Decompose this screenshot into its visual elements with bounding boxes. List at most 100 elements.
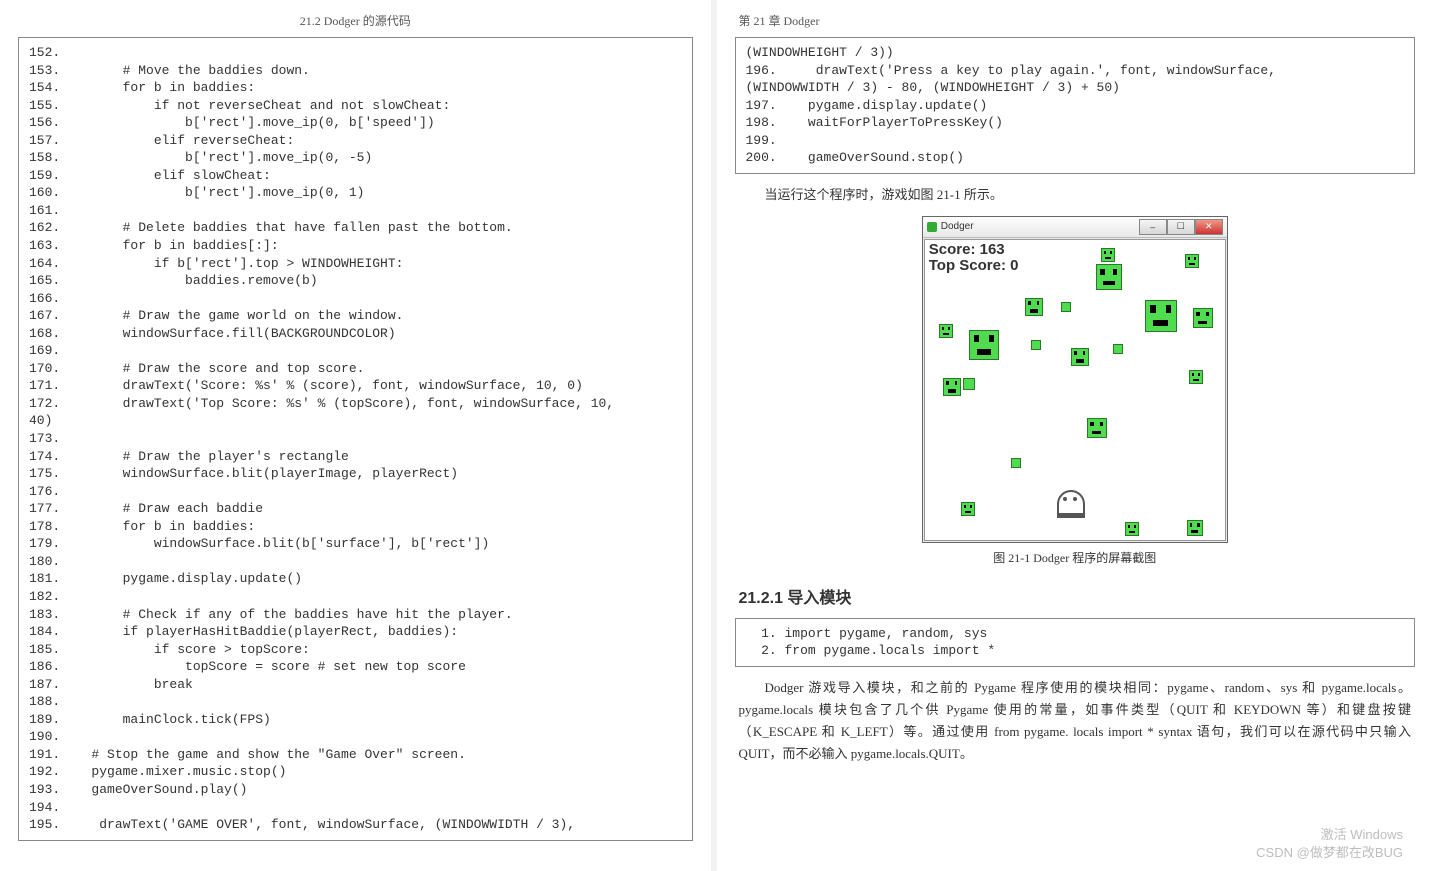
code-line: 40) — [29, 412, 682, 430]
baddie-sprite — [969, 330, 999, 360]
code-line: 164. if b['rect'].top > WINDOWHEIGHT: — [29, 255, 682, 273]
score-display: Score: 163 Top Score: 0 — [929, 242, 1019, 275]
baddie-sprite — [1193, 308, 1213, 328]
code-line: 185. if score > topScore: — [29, 641, 682, 659]
code-line: 173. — [29, 430, 682, 448]
code-line: 177. # Draw each baddie — [29, 500, 682, 518]
baddie-sprite — [1185, 254, 1199, 268]
code-line: 165. baddies.remove(b) — [29, 272, 682, 290]
code-line: 199. — [746, 132, 1405, 150]
code-line: 170. # Draw the score and top score. — [29, 360, 682, 378]
code-line: 194. — [29, 799, 682, 817]
left-page: 21.2 Dodger 的源代码 152.153. # Move the bad… — [0, 0, 717, 871]
code-line: 198. waitForPlayerToPressKey() — [746, 114, 1405, 132]
code-line: 153. # Move the baddies down. — [29, 62, 682, 80]
baddie-sprite — [1187, 520, 1203, 536]
code-line: 184. if playerHasHitBaddie(playerRect, b… — [29, 623, 682, 641]
code-line: 162. # Delete baddies that have fallen p… — [29, 219, 682, 237]
code-line: 167. # Draw the game world on the window… — [29, 307, 682, 325]
code-line: 193. gameOverSound.play() — [29, 781, 682, 799]
code-line: 160. b['rect'].move_ip(0, 1) — [29, 184, 682, 202]
code-line: 155. if not reverseCheat and not slowChe… — [29, 97, 682, 115]
baddie-sprite — [1031, 340, 1041, 350]
code-line: 192. pygame.mixer.music.stop() — [29, 763, 682, 781]
baddie-sprite — [939, 324, 953, 338]
baddie-sprite — [1125, 522, 1139, 536]
code-line: 183. # Check if any of the baddies have … — [29, 606, 682, 624]
code-line: 172. drawText('Top Score: %s' % (topScor… — [29, 395, 682, 413]
game-window: Dodger – ☐ ✕ Score: 163 Top Score: 0 — [922, 216, 1228, 543]
app-icon — [927, 222, 937, 232]
code-line: 200. gameOverSound.stop() — [746, 149, 1405, 167]
baddie-sprite — [1011, 458, 1021, 468]
code-line: 176. — [29, 483, 682, 501]
baddie-sprite — [1087, 418, 1107, 438]
code-line: 156. b['rect'].move_ip(0, b['speed']) — [29, 114, 682, 132]
player-sprite — [1057, 490, 1085, 518]
code-line: 179. windowSurface.blit(b['surface'], b[… — [29, 535, 682, 553]
baddie-sprite — [963, 378, 975, 390]
code-line: 174. # Draw the player's rectangle — [29, 448, 682, 466]
code-line: 188. — [29, 693, 682, 711]
code-line: 197. pygame.display.update() — [746, 97, 1405, 115]
code-line: 169. — [29, 342, 682, 360]
code-line: 180. — [29, 553, 682, 571]
code-line: 195. drawText('GAME OVER', font, windowS… — [29, 816, 682, 834]
code-line: 186. topScore = score # set new top scor… — [29, 658, 682, 676]
right-code-block-top: (WINDOWHEIGHT / 3))196. drawText('Press … — [735, 37, 1416, 174]
code-line: 182. — [29, 588, 682, 606]
baddie-sprite — [1145, 300, 1177, 332]
code-line: 181. pygame.display.update() — [29, 570, 682, 588]
baddie-sprite — [943, 378, 961, 396]
code-line: 157. elif reverseCheat: — [29, 132, 682, 150]
baddie-sprite — [1101, 248, 1115, 262]
baddie-sprite — [1113, 344, 1123, 354]
code-line: 163. for b in baddies[:]: — [29, 237, 682, 255]
code-line: (WINDOWHEIGHT / 3)) — [746, 44, 1405, 62]
window-titlebar: Dodger – ☐ ✕ — [923, 217, 1227, 238]
maximize-button[interactable]: ☐ — [1167, 219, 1195, 235]
code-line: 158. b['rect'].move_ip(0, -5) — [29, 149, 682, 167]
window-buttons: – ☐ ✕ — [1139, 219, 1223, 235]
left-page-header: 21.2 Dodger 的源代码 — [18, 12, 693, 29]
code-line: 189. mainClock.tick(FPS) — [29, 711, 682, 729]
code-line: 154. for b in baddies: — [29, 79, 682, 97]
code-line: 190. — [29, 728, 682, 746]
code-line: 191. # Stop the game and show the "Game … — [29, 746, 682, 764]
left-code-block: 152.153. # Move the baddies down.154. fo… — [18, 37, 693, 841]
topscore-text: Top Score: 0 — [929, 258, 1019, 275]
right-page-header: 第 21 章 Dodger — [735, 12, 1416, 29]
code-line: 159. elif slowCheat: — [29, 167, 682, 185]
baddie-sprite — [1096, 264, 1122, 290]
close-button[interactable]: ✕ — [1195, 219, 1223, 235]
code-line: 187. break — [29, 676, 682, 694]
paragraph-text: Dodger 游戏导入模块，和之前的 Pygame 程序使用的模块相同：pyga… — [739, 677, 1412, 765]
code-line: 175. windowSurface.blit(playerImage, pla… — [29, 465, 682, 483]
code-line: 171. drawText('Score: %s' % (score), fon… — [29, 377, 682, 395]
game-area: Score: 163 Top Score: 0 — [924, 239, 1226, 541]
watermark-line2: CSDN @做梦都在改BUG — [1256, 844, 1403, 862]
minimize-button[interactable]: – — [1139, 219, 1167, 235]
code-line: 178. for b in baddies: — [29, 518, 682, 536]
right-page: 第 21 章 Dodger (WINDOWHEIGHT / 3))196. dr… — [717, 0, 1433, 871]
code-line: (WINDOWWIDTH / 3) - 80, (WINDOWHEIGHT / … — [746, 79, 1405, 97]
code-line: 168. windowSurface.fill(BACKGROUNDCOLOR) — [29, 325, 682, 343]
figure-caption: 图 21-1 Dodger 程序的屏幕截图 — [735, 549, 1416, 566]
watermark: 激活 Windows CSDN @做梦都在改BUG — [1256, 826, 1403, 862]
code-line: 152. — [29, 44, 682, 62]
watermark-line1: 激活 Windows — [1256, 826, 1403, 844]
code-line: 196. drawText('Press a key to play again… — [746, 62, 1405, 80]
score-text: Score: 163 — [929, 242, 1019, 259]
baddie-sprite — [1189, 370, 1203, 384]
baddie-sprite — [1025, 298, 1043, 316]
code-line: 166. — [29, 290, 682, 308]
baddie-sprite — [1071, 348, 1089, 366]
baddie-sprite — [961, 502, 975, 516]
baddie-sprite — [1061, 302, 1071, 312]
window-title-text: Dodger — [941, 221, 974, 232]
section-heading: 21.2.1 导入模块 — [739, 584, 1412, 608]
window-title: Dodger — [927, 221, 974, 232]
figure-wrap: Dodger – ☐ ✕ Score: 163 Top Score: 0 — [735, 216, 1416, 543]
imports-code-block: 1. import pygame, random, sys 2. from py… — [735, 618, 1416, 667]
code-line: 161. — [29, 202, 682, 220]
